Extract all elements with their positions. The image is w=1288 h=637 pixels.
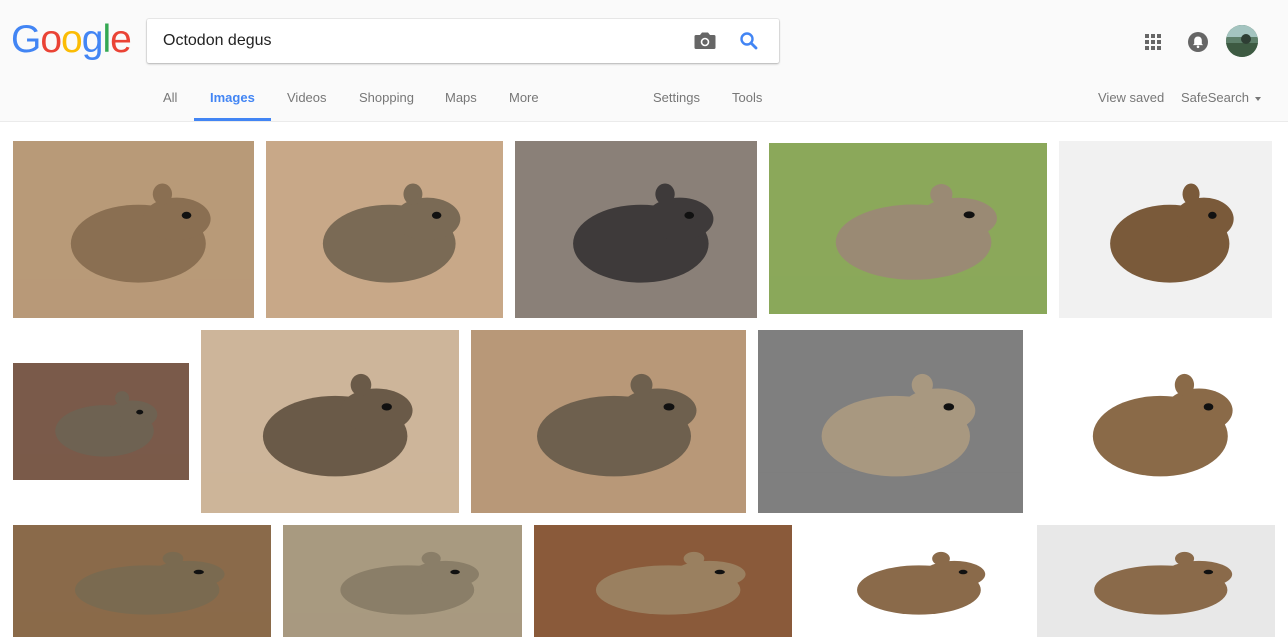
logo-letter: e [110, 18, 132, 61]
logo-letter: g [81, 18, 104, 61]
result-thumbnail [283, 525, 522, 637]
result-thumbnail [201, 330, 459, 513]
magnifier-icon[interactable] [735, 29, 763, 53]
result-thumbnail [769, 143, 1047, 314]
result-thumbnail [266, 141, 503, 318]
result-thumbnail [1059, 141, 1272, 318]
image-result[interactable] [1059, 141, 1272, 318]
tab-more[interactable]: More [509, 90, 539, 105]
result-thumbnail [1035, 330, 1276, 513]
safesearch-menu[interactable]: SafeSearch [1181, 90, 1261, 105]
google-logo[interactable]: Google [11, 18, 132, 61]
image-result[interactable] [769, 143, 1047, 314]
safesearch-label: SafeSearch [1181, 90, 1249, 105]
image-result[interactable] [13, 141, 254, 318]
tab-shopping[interactable]: Shopping [359, 90, 414, 105]
image-result[interactable] [283, 525, 522, 637]
notifications-bell-icon[interactable] [1187, 31, 1209, 53]
active-tab-indicator [194, 118, 271, 121]
image-result[interactable] [1037, 525, 1275, 637]
result-thumbnail [758, 330, 1023, 513]
apps-grid-icon[interactable] [1143, 32, 1163, 52]
top-bar: Google Octodon degus All Images Videos S… [0, 0, 1288, 122]
image-result[interactable] [13, 525, 271, 637]
logo-letter: o [61, 18, 83, 61]
image-result[interactable] [13, 363, 189, 480]
view-saved-link[interactable]: View saved [1098, 90, 1164, 105]
result-thumbnail [471, 330, 746, 513]
result-thumbnail [534, 525, 792, 637]
account-avatar[interactable] [1226, 25, 1258, 57]
image-result[interactable] [515, 141, 757, 318]
image-result[interactable] [266, 141, 503, 318]
image-result[interactable] [471, 330, 746, 513]
result-thumbnail [1037, 525, 1275, 637]
logo-letter: l [102, 18, 111, 61]
tab-videos[interactable]: Videos [287, 90, 327, 105]
logo-letter: o [40, 18, 62, 61]
image-result[interactable] [201, 330, 459, 513]
image-result[interactable] [1035, 330, 1276, 513]
dropdown-arrow-icon [1254, 96, 1261, 101]
search-box [147, 19, 779, 63]
result-thumbnail [13, 525, 271, 637]
result-thumbnail [804, 525, 1025, 637]
logo-letter: G [11, 18, 41, 61]
image-result[interactable] [534, 525, 792, 637]
settings-link[interactable]: Settings [653, 90, 700, 105]
camera-icon[interactable] [691, 29, 719, 53]
tools-link[interactable]: Tools [732, 90, 762, 105]
tab-maps[interactable]: Maps [445, 90, 477, 105]
result-thumbnail [13, 363, 189, 480]
result-thumbnail [515, 141, 757, 318]
image-result[interactable] [804, 525, 1025, 637]
tab-images[interactable]: Images [210, 90, 255, 105]
image-result[interactable] [758, 330, 1023, 513]
result-thumbnail [13, 141, 254, 318]
tab-all[interactable]: All [163, 90, 177, 105]
search-input[interactable] [163, 29, 683, 53]
